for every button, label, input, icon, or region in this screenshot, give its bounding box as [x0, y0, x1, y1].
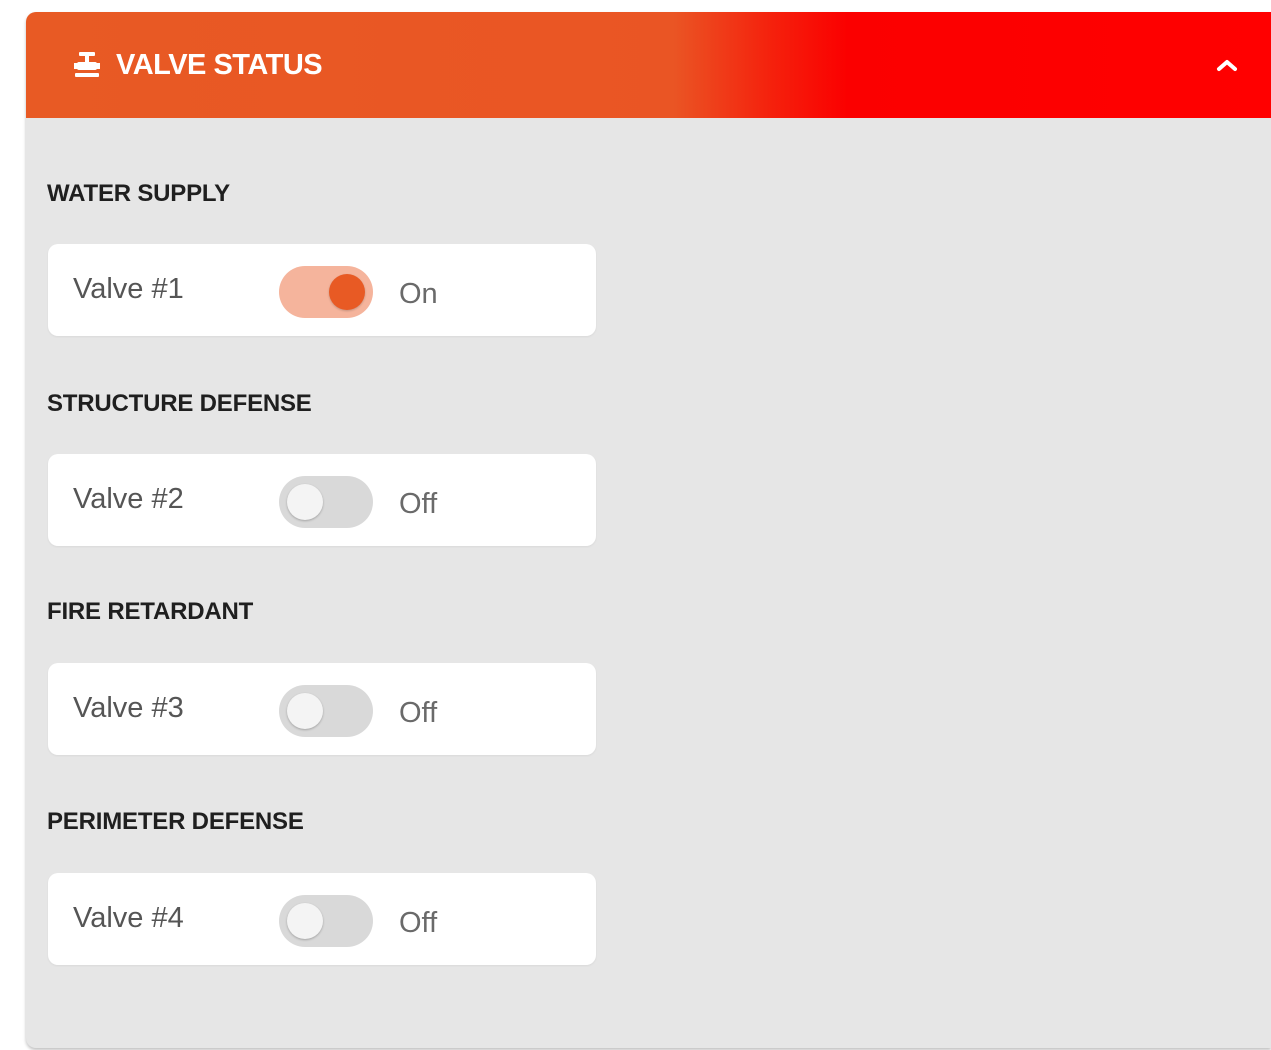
valve-state-label: On	[399, 278, 438, 310]
valve-state-label: Off	[399, 488, 438, 520]
section-label-structure-defense: STRUCTURE DEFENSE	[47, 390, 312, 417]
valve-state-label: Off	[399, 697, 438, 729]
valve-name: Valve #1	[73, 273, 184, 305]
panel-header[interactable]: VALVE STATUS	[26, 12, 1271, 118]
chevron-up-icon	[1217, 60, 1237, 71]
valve-card-3: Valve #3 Off	[48, 663, 596, 755]
toggle-knob	[287, 693, 323, 729]
valve-name: Valve #2	[73, 483, 184, 515]
valve-card-2: Valve #2 Off	[48, 454, 596, 546]
section-label-fire-retardant: FIRE RETARDANT	[47, 598, 254, 625]
valve-card-1: Valve #1 On	[48, 244, 596, 336]
valve-4-toggle[interactable]	[279, 895, 373, 947]
valve-icon	[73, 50, 101, 78]
valve-status-panel: VALVE STATUS WATER SUPPLY Valve #1 On ST…	[26, 12, 1271, 1048]
section-label-perimeter-defense: PERIMETER DEFENSE	[47, 808, 304, 835]
section-label-water-supply: WATER SUPPLY	[47, 180, 230, 207]
toggle-knob	[287, 484, 323, 520]
valve-state-label: Off	[399, 907, 438, 939]
valve-1-toggle[interactable]	[279, 266, 373, 318]
valve-name: Valve #4	[73, 902, 184, 934]
valve-name: Valve #3	[73, 692, 184, 724]
panel-title: VALVE STATUS	[116, 49, 323, 81]
valve-2-toggle[interactable]	[279, 476, 373, 528]
toggle-knob	[287, 903, 323, 939]
collapse-button[interactable]	[1207, 45, 1247, 85]
valve-card-4: Valve #4 Off	[48, 873, 596, 965]
valve-3-toggle[interactable]	[279, 685, 373, 737]
toggle-knob	[329, 274, 365, 310]
